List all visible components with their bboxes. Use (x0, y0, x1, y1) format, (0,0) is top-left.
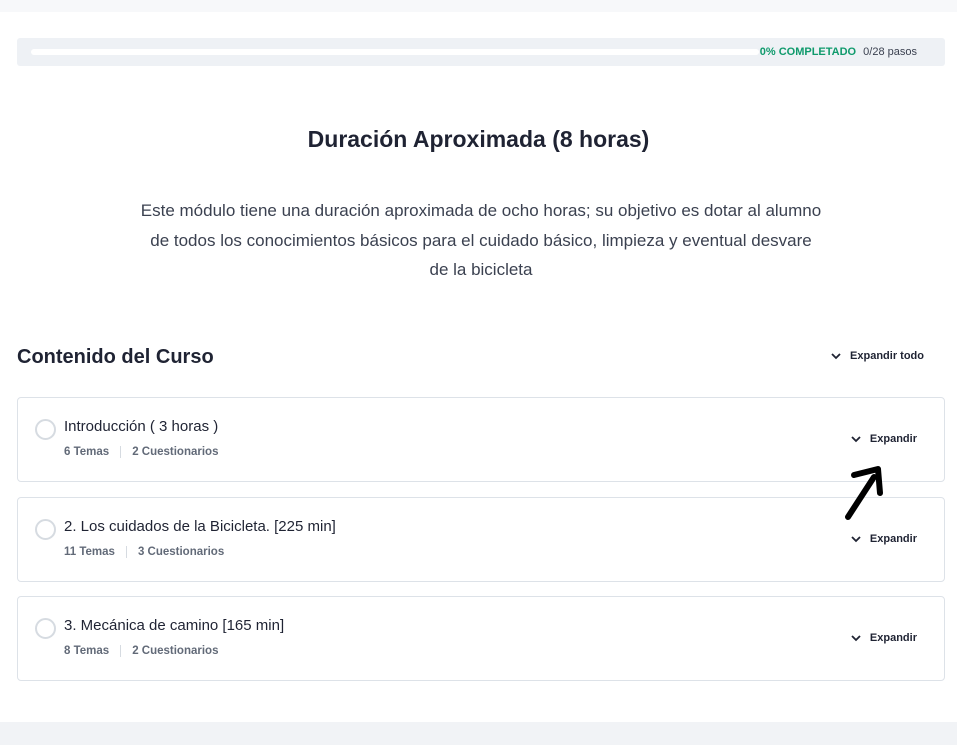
lesson-expand-label: Expandir (869, 533, 917, 545)
lesson-topics: 8 Temas (64, 645, 110, 657)
lesson-expand-button[interactable]: Expandir (851, 533, 917, 545)
lesson-meta: 6 Temas 2 Cuestionarios (64, 446, 218, 458)
lesson-quizzes: 2 Cuestionarios (132, 645, 219, 657)
lesson-title[interactable]: 2. Los cuidados de la Bicicleta. [225 mi… (64, 518, 336, 535)
lesson-item[interactable]: 2. Los cuidados de la Bicicleta. [225 mi… (17, 497, 945, 582)
lesson-topics: 6 Temas (64, 446, 110, 458)
arrow-annotation-icon (845, 466, 883, 520)
lesson-expand-label: Expandir (869, 632, 917, 644)
module-description: Este módulo tiene una duración aproximad… (140, 201, 822, 279)
expand-all-button[interactable]: Expandir todo (831, 350, 924, 362)
chevron-down-icon (851, 435, 861, 442)
progress-track (31, 49, 759, 55)
lesson-expand-button[interactable]: Expandir (851, 433, 917, 445)
circle-status-icon (35, 419, 56, 440)
lesson-item[interactable]: Introducción ( 3 horas ) 6 Temas 2 Cuest… (17, 397, 945, 482)
progress-text: 0% COMPLETADO 0/28 pasos (760, 45, 917, 59)
lesson-expand-label: Expandir (869, 433, 917, 445)
lesson-meta: 11 Temas 3 Cuestionarios (64, 546, 224, 558)
bottom-band (0, 722, 957, 745)
chevron-down-icon (831, 352, 841, 359)
lesson-topics: 11 Temas (64, 546, 115, 558)
lesson-quizzes: 3 Cuestionarios (137, 546, 225, 558)
course-progress: 0% COMPLETADO 0/28 pasos (17, 38, 945, 66)
meta-divider (125, 546, 127, 558)
lesson-title[interactable]: Introducción ( 3 horas ) (64, 418, 218, 435)
section-title: Contenido del Curso (17, 346, 214, 368)
lesson-title[interactable]: 3. Mecánica de camino [165 min] (64, 617, 284, 634)
meta-divider (120, 446, 122, 458)
progress-percent: 0% COMPLETADO (759, 46, 857, 58)
lesson-expand-button[interactable]: Expandir (851, 632, 917, 644)
lesson-quizzes: 2 Cuestionarios (132, 446, 219, 458)
lesson-item[interactable]: 3. Mecánica de camino [165 min] 8 Temas … (17, 596, 945, 681)
meta-divider (120, 645, 122, 657)
chevron-down-icon (851, 634, 861, 641)
module-title: Duración Aproximada (8 horas) (307, 126, 650, 152)
progress-steps: 0/28 pasos (863, 46, 917, 58)
expand-all-label: Expandir todo (850, 350, 924, 362)
lesson-meta: 8 Temas 2 Cuestionarios (64, 645, 218, 657)
circle-status-icon (35, 519, 56, 540)
top-band (0, 0, 957, 12)
circle-status-icon (35, 618, 56, 639)
chevron-down-icon (851, 535, 861, 542)
course-page: 0% COMPLETADO 0/28 pasos Duración Aproxi… (0, 0, 957, 745)
